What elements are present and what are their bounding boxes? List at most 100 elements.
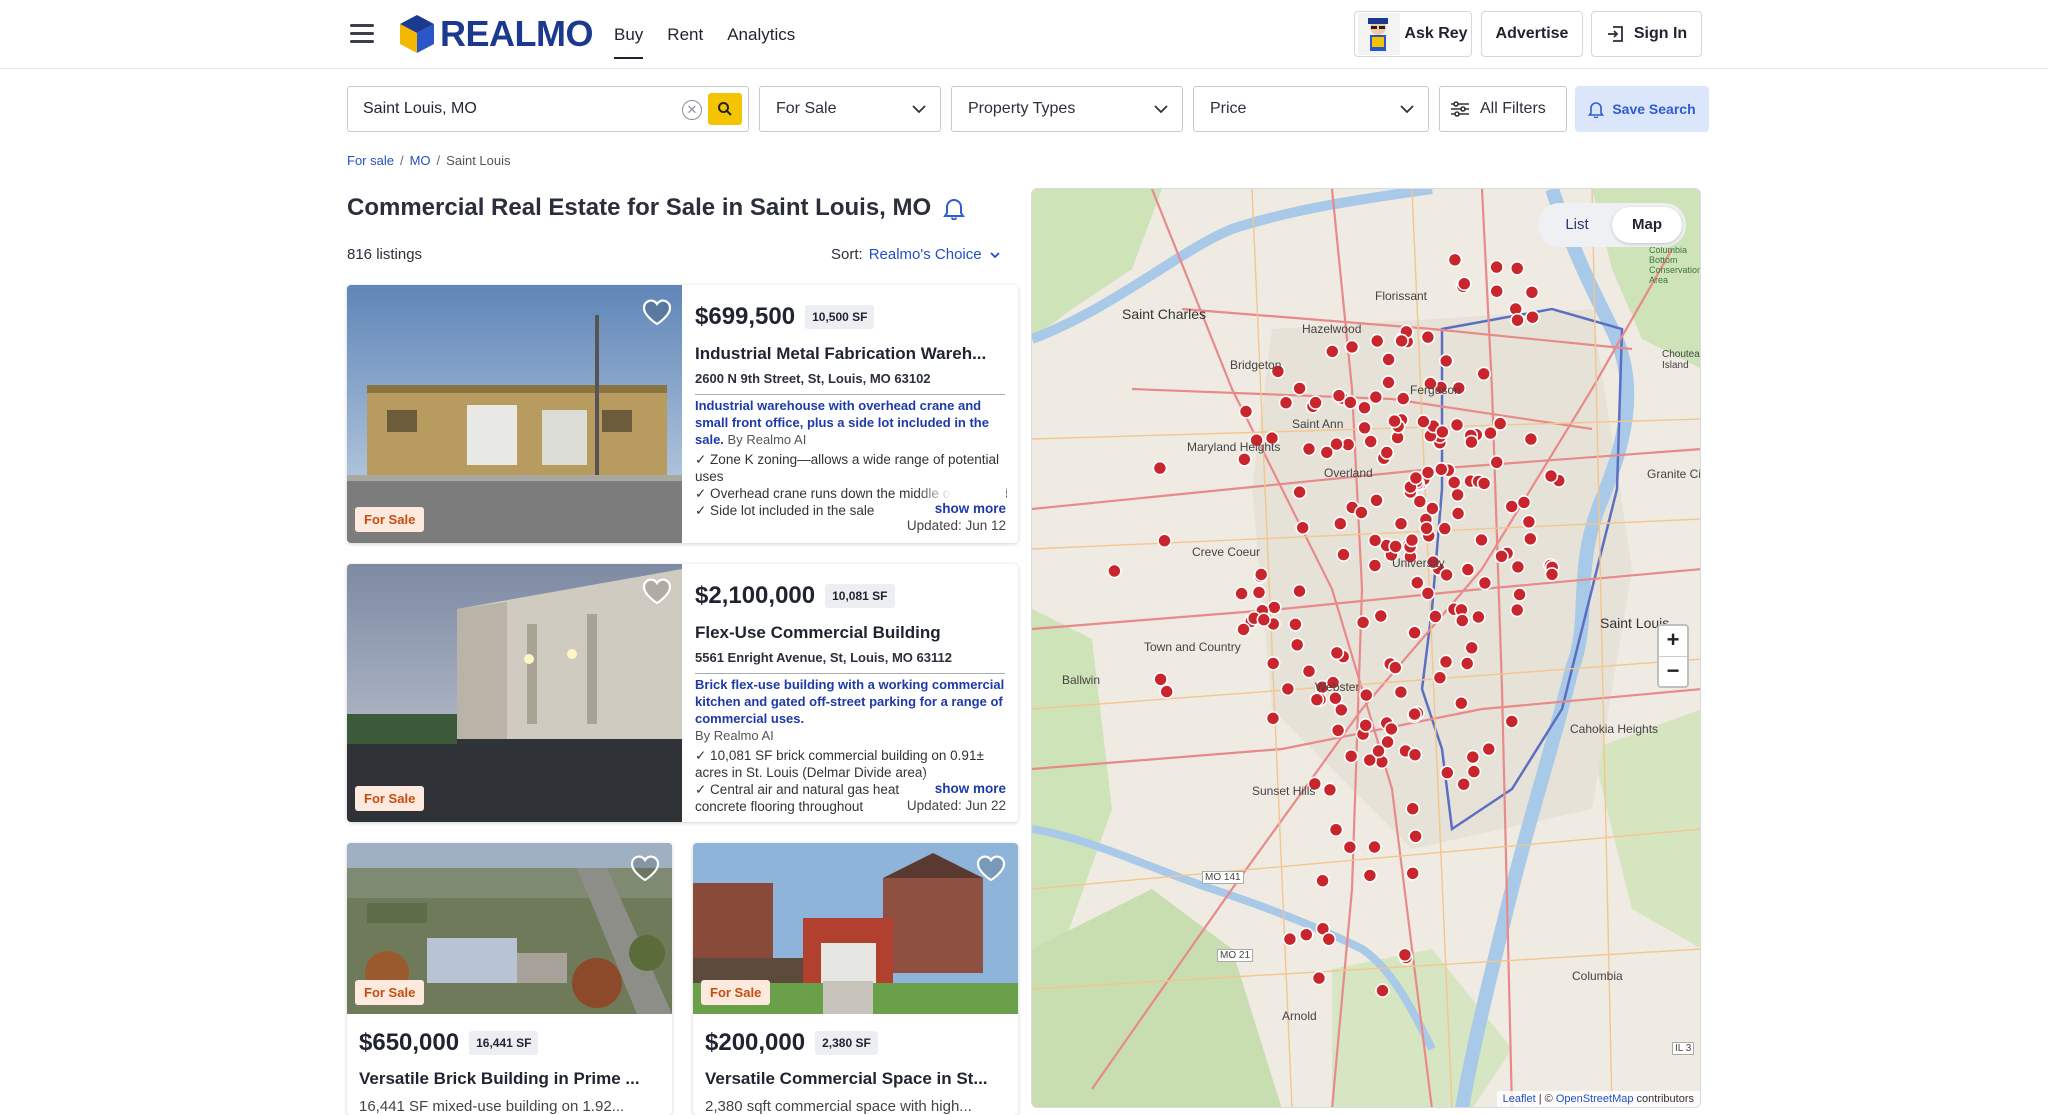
listing-marker[interactable] (1280, 681, 1296, 697)
nav-buy[interactable]: Buy (614, 0, 655, 69)
listing-type-dropdown[interactable]: For Sale (759, 86, 941, 132)
listing-marker[interactable] (1435, 424, 1450, 440)
listing-marker[interactable] (1328, 822, 1344, 838)
listing-marker[interactable] (1447, 252, 1463, 268)
listing-marker[interactable] (1387, 413, 1402, 429)
listing-marker[interactable] (1363, 434, 1379, 449)
listing-marker[interactable] (1397, 947, 1413, 963)
listing-marker[interactable] (1367, 533, 1383, 548)
listing-marker[interactable] (1238, 404, 1254, 419)
listing-marker[interactable] (1367, 558, 1383, 573)
listing-marker[interactable] (1407, 747, 1423, 763)
listing-marker[interactable] (1446, 475, 1462, 490)
listing-marker[interactable] (1439, 765, 1455, 781)
listing-marker[interactable] (1437, 521, 1453, 536)
listing-marker[interactable] (1408, 470, 1424, 486)
listing-marker[interactable] (1524, 285, 1540, 300)
listing-marker[interactable] (1456, 276, 1472, 291)
show-more-link[interactable]: show more (935, 781, 1006, 796)
nav-rent[interactable]: Rent (655, 0, 715, 69)
listing-marker[interactable] (1489, 259, 1504, 275)
listing-marker[interactable] (1336, 547, 1351, 562)
listing-marker[interactable] (1157, 533, 1172, 549)
listing-card[interactable]: For Sale $650,000 16,441 SF Versatile Br… (347, 843, 672, 1115)
listing-marker[interactable] (1512, 587, 1527, 602)
listing-marker[interactable] (1450, 506, 1466, 521)
listing-marker[interactable] (1379, 445, 1395, 460)
leaflet-link[interactable]: Leaflet (1503, 1093, 1536, 1105)
listing-marker[interactable] (1433, 461, 1449, 477)
zoom-out-button[interactable]: − (1659, 656, 1687, 686)
listing-marker[interactable] (1278, 395, 1294, 410)
listing-card[interactable]: For Sale $2,100,000 10,081 SF Flex-Use C… (347, 564, 1018, 822)
listing-marker[interactable] (1315, 873, 1330, 889)
listing-marker[interactable] (1107, 563, 1122, 579)
listing-marker[interactable] (1504, 499, 1520, 514)
osm-link[interactable]: OpenStreetMap (1556, 1093, 1634, 1105)
listing-marker[interactable] (1368, 389, 1384, 405)
logo[interactable]: REALMO (398, 12, 594, 56)
listing-marker[interactable] (1466, 764, 1482, 779)
favorite-heart-icon[interactable] (974, 853, 1008, 883)
listing-marker[interactable] (1358, 687, 1374, 703)
listing-marker[interactable] (1329, 645, 1345, 661)
clear-icon[interactable]: ✕ (682, 100, 702, 120)
listing-marker[interactable] (1253, 567, 1269, 582)
listing-marker[interactable] (1308, 395, 1323, 410)
listing-marker[interactable] (1481, 741, 1497, 757)
ask-rey-button[interactable]: Ask Rey (1354, 11, 1472, 57)
listing-marker[interactable] (1357, 420, 1372, 436)
listing-marker[interactable] (1428, 609, 1443, 624)
listing-marker[interactable] (1388, 539, 1403, 554)
listing-marker[interactable] (1342, 839, 1358, 855)
listing-marker[interactable] (1393, 516, 1409, 532)
listing-marker[interactable] (1420, 465, 1436, 480)
listing-marker[interactable] (1477, 575, 1493, 591)
listing-marker[interactable] (1236, 622, 1251, 637)
listing-marker[interactable] (1267, 600, 1282, 615)
listing-marker[interactable] (1357, 400, 1372, 415)
listing-title[interactable]: Versatile Brick Building in Prime ... (359, 1069, 664, 1089)
listing-marker[interactable] (1289, 637, 1305, 653)
listing-marker[interactable] (1509, 602, 1525, 618)
listing-marker[interactable] (1464, 434, 1479, 450)
listing-marker[interactable] (1419, 520, 1434, 536)
breadcrumb-mo[interactable]: MO (410, 153, 431, 168)
listing-marker[interactable] (1369, 333, 1385, 349)
listing-title[interactable]: Flex-Use Commercial Building (695, 623, 1005, 643)
listing-marker[interactable] (1301, 441, 1317, 457)
listing-marker[interactable] (1510, 559, 1526, 575)
listing-marker[interactable] (1395, 391, 1411, 406)
listing-marker[interactable] (1438, 353, 1454, 369)
listing-marker[interactable] (1459, 656, 1475, 671)
listing-marker[interactable] (1474, 532, 1489, 548)
listing-marker[interactable] (1362, 868, 1378, 883)
listing-marker[interactable] (1509, 261, 1525, 276)
listing-marker[interactable] (1234, 586, 1249, 601)
listing-marker[interactable] (1288, 616, 1303, 632)
listing-marker[interactable] (1453, 695, 1469, 711)
listing-card[interactable]: For Sale $200,000 2,380 SF Versatile Com… (693, 843, 1018, 1115)
listing-marker[interactable] (1476, 476, 1492, 491)
listing-marker[interactable] (1358, 717, 1374, 733)
bell-alert-icon[interactable] (943, 196, 966, 220)
listing-marker[interactable] (1504, 714, 1520, 729)
listing-marker[interactable] (1449, 417, 1465, 433)
listing-photo[interactable] (347, 285, 682, 543)
sign-in-button[interactable]: Sign In (1591, 11, 1702, 57)
listing-marker[interactable] (1153, 671, 1168, 687)
listing-marker[interactable] (1311, 970, 1327, 986)
search-icon[interactable] (708, 93, 742, 125)
listing-marker[interactable] (1471, 609, 1486, 625)
listing-photo[interactable] (347, 564, 682, 822)
listing-marker[interactable] (1454, 613, 1470, 628)
menu-icon[interactable] (350, 24, 374, 44)
listing-marker[interactable] (1322, 782, 1338, 798)
listing-marker[interactable] (1298, 927, 1314, 943)
property-types-dropdown[interactable]: Property Types (951, 86, 1183, 132)
listing-marker[interactable] (1489, 283, 1505, 299)
listing-marker[interactable] (1309, 692, 1325, 708)
listing-marker[interactable] (1425, 501, 1440, 516)
listing-marker[interactable] (1251, 585, 1267, 600)
listing-marker[interactable] (1405, 801, 1421, 817)
